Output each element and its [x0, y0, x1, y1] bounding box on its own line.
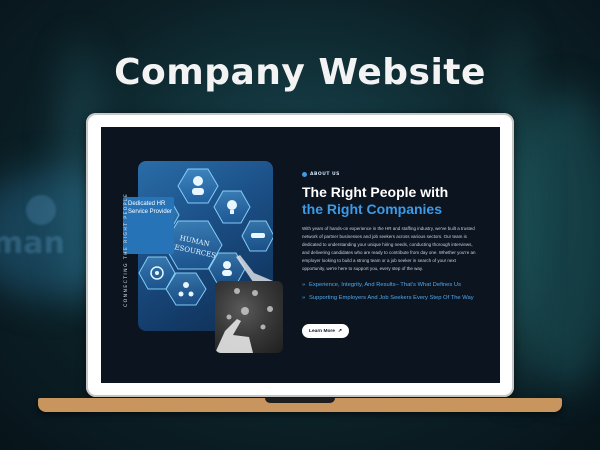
headset-person-icon — [193, 176, 203, 186]
learn-more-button[interactable]: Learn More ↗ — [302, 324, 349, 338]
chevron-right-icon: » — [302, 295, 306, 301]
learn-more-label: Learn More — [309, 328, 335, 334]
blurred-person-icon — [26, 195, 56, 225]
dedicated-hr-badge: Dedicated HR Service Provider — [123, 197, 174, 254]
chevron-right-icon: » — [302, 282, 306, 288]
feature-bullet: » Experience, Integrity, And Results– Tha… — [302, 281, 492, 289]
group-people-icon — [183, 282, 189, 288]
laptop-notch — [265, 398, 335, 403]
background-blurred-word: man — [0, 226, 65, 261]
person-icon — [223, 261, 231, 269]
about-us-label: ABOUT US — [310, 172, 340, 177]
section-title: The Right People with — [302, 184, 449, 200]
feature-bullet-text: Experience, Integrity, And Results– That… — [309, 282, 462, 288]
lightbulb-icon — [230, 210, 234, 214]
group-people-icon — [178, 291, 184, 297]
group-people-icon — [188, 291, 194, 297]
about-us-tag: ABOUT US — [302, 172, 340, 177]
feature-bullet: » Supporting Employers And Job Seekers Ev… — [302, 294, 492, 302]
about-paragraph: With years of hands-on experience in the… — [302, 226, 476, 271]
person-icon — [222, 270, 232, 276]
touchscreen-hand-image — [215, 281, 283, 353]
section-title-highlight: the Right Companies — [302, 201, 443, 217]
about-dot-icon — [302, 172, 307, 177]
handshake-icon — [251, 233, 265, 238]
headset-person-icon — [192, 188, 204, 195]
laptop-screen: HUMAN RESOURCES Dedicated HR Service Pro… — [101, 127, 500, 383]
promo-headline: Company Website — [114, 52, 486, 93]
touchscreen-graphic — [215, 288, 273, 353]
vertical-tagline: CONNECTING THE RIGHT PEOPLE — [124, 192, 129, 307]
target-icon — [155, 271, 159, 275]
arrow-up-right-icon: ↗ — [337, 328, 342, 334]
lightbulb-icon — [227, 200, 237, 210]
feature-bullet-text: Supporting Employers And Job Seekers Eve… — [309, 295, 474, 301]
